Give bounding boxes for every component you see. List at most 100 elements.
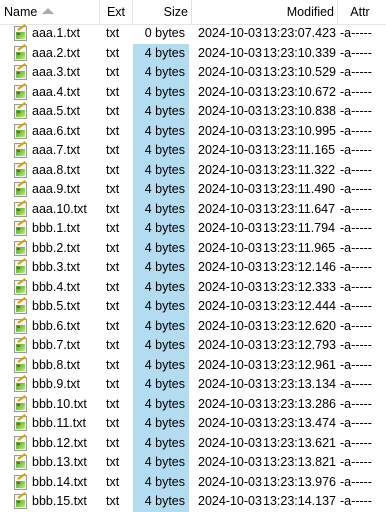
file-attr: -a-----: [340, 162, 372, 177]
file-modified-date: 2024-10-03: [198, 455, 262, 469]
file-name: bbb.2.txt: [32, 240, 80, 255]
file-row[interactable]: bbb.14.txt txt 4 bytes 2024-10-03 13:23:13.9…: [0, 472, 386, 492]
file-attr: -a-----: [340, 396, 372, 411]
file-row[interactable]: aaa.2.txt txt 4 bytes 2024-10-03 13:23:10.33…: [0, 43, 386, 63]
file-modified-time: 13:23:13.821: [263, 455, 336, 469]
file-attr: -a-----: [340, 338, 372, 352]
file-ext: txt: [106, 377, 120, 391]
file-modified-date: 2024-10-03: [198, 260, 262, 274]
file-modified-time: 13:23:12.444: [263, 299, 336, 313]
file-name: aaa.2.txt: [32, 45, 80, 60]
file-row[interactable]: bbb.13.txt txt 4 bytes 2024-10-03 13:23:13.8…: [0, 453, 386, 473]
file-modified-date: 2024-10-03: [198, 123, 262, 138]
file-ext: txt: [106, 143, 120, 157]
file-row[interactable]: aaa.7.txt txt 4 bytes 2024-10-03 13:23:11.16…: [0, 141, 386, 161]
file-row[interactable]: bbb.6.txt txt 4 bytes 2024-10-03 13:23:12.62…: [0, 316, 386, 337]
file-size: 4 bytes: [133, 297, 189, 317]
file-row[interactable]: bbb.4.txt txt 4 bytes 2024-10-03 13:23:12.33…: [0, 277, 386, 297]
file-ext: txt: [106, 201, 120, 216]
text-file-icon: [14, 180, 29, 200]
file-modified-time: 13:23:12.333: [263, 279, 336, 294]
file-ext: txt: [106, 84, 120, 99]
file-modified-time: 13:23:12.793: [263, 338, 336, 352]
file-modified-time: 13:23:13.134: [263, 377, 336, 391]
file-row[interactable]: bbb.10.txt txt 4 bytes 2024-10-03 13:23:13.2…: [0, 394, 386, 415]
file-size: 0 bytes: [144, 26, 185, 40]
file-row[interactable]: bbb.2.txt txt 4 bytes 2024-10-03 13:23:11.96…: [0, 238, 386, 258]
file-modified-date: 2024-10-03: [198, 299, 262, 313]
file-row[interactable]: aaa.1.txt txt 0 bytes 2024-10-03 13:23:07.42…: [0, 24, 386, 44]
file-row[interactable]: bbb.11.txt txt 4 bytes 2024-10-03 13:23:13.4…: [0, 414, 386, 434]
file-row[interactable]: aaa.9.txt txt 4 bytes 2024-10-03 13:23:11.49…: [0, 180, 386, 200]
file-name: bbb.15.txt: [32, 494, 87, 508]
file-size: 4 bytes: [133, 492, 189, 512]
file-modified-date: 2024-10-03: [198, 104, 262, 118]
file-modified-time: 13:23:10.672: [263, 84, 336, 99]
file-name: bbb.5.txt: [32, 299, 80, 313]
column-header-size[interactable]: Size: [132, 0, 188, 24]
file-modified-time: 13:23:10.339: [263, 45, 336, 60]
file-ext: txt: [106, 260, 120, 274]
file-attr: -a-----: [340, 357, 372, 372]
file-row[interactable]: bbb.8.txt txt 4 bytes 2024-10-03 13:23:12.96…: [0, 355, 386, 375]
file-attr: -a-----: [340, 221, 372, 235]
file-modified-date: 2024-10-03: [198, 494, 262, 508]
file-rows: aaa.1.txt txt 0 bytes 2024-10-03 13:23:07.42…: [0, 24, 386, 512]
file-modified-date: 2024-10-03: [198, 279, 262, 294]
file-name: bbb.9.txt: [32, 377, 80, 391]
file-attr: -a-----: [340, 416, 372, 430]
text-file-icon: [14, 394, 29, 415]
file-row[interactable]: bbb.5.txt txt 4 bytes 2024-10-03 13:23:12.44…: [0, 297, 386, 317]
text-file-icon: [14, 433, 29, 454]
file-size: 4 bytes: [133, 316, 189, 336]
file-ext: txt: [106, 123, 120, 138]
file-row[interactable]: bbb.1.txt txt 4 bytes 2024-10-03 13:23:11.79…: [0, 219, 386, 239]
file-modified-date: 2024-10-03: [198, 318, 262, 333]
column-header-attr[interactable]: Attr: [334, 0, 386, 24]
file-modified-time: 13:23:11.647: [263, 201, 336, 216]
file-size: 4 bytes: [133, 43, 189, 63]
text-file-icon: [14, 297, 29, 317]
file-row[interactable]: aaa.10.txt txt 4 bytes 2024-10-03 13:23:11.6…: [0, 199, 386, 219]
file-ext: txt: [106, 65, 120, 79]
file-attr: -a-----: [340, 377, 372, 391]
file-modified-time: 13:23:11.794: [263, 221, 336, 235]
file-row[interactable]: bbb.7.txt txt 4 bytes 2024-10-03 13:23:12.79…: [0, 336, 386, 356]
file-row[interactable]: bbb.12.txt txt 4 bytes 2024-10-03 13:23:13.6…: [0, 433, 386, 454]
file-row[interactable]: aaa.3.txt txt 4 bytes 2024-10-03 13:23:10.52…: [0, 63, 386, 83]
file-row[interactable]: aaa.6.txt txt 4 bytes 2024-10-03 13:23:10.99…: [0, 121, 386, 141]
file-row[interactable]: aaa.5.txt txt 4 bytes 2024-10-03 13:23:10.83…: [0, 102, 386, 122]
file-ext: txt: [106, 416, 120, 430]
file-attr: -a-----: [340, 45, 372, 60]
text-file-icon: [14, 316, 29, 337]
file-ext: txt: [106, 45, 120, 60]
text-file-icon: [14, 492, 29, 512]
file-size: 4 bytes: [133, 102, 189, 122]
file-row[interactable]: aaa.8.txt txt 4 bytes 2024-10-03 13:23:11.32…: [0, 160, 386, 180]
file-name: aaa.1.txt: [32, 26, 80, 40]
file-size: 4 bytes: [133, 141, 189, 161]
file-attr: -a-----: [340, 26, 372, 40]
file-ext: txt: [106, 474, 120, 489]
file-modified-date: 2024-10-03: [198, 474, 262, 489]
file-size: 4 bytes: [133, 277, 189, 297]
column-header-modified[interactable]: Modified: [188, 0, 334, 24]
file-modified-date: 2024-10-03: [198, 201, 262, 216]
file-modified-time: 13:23:14.137: [263, 494, 336, 508]
file-modified-time: 13:23:10.995: [263, 123, 336, 138]
file-name: aaa.10.txt: [32, 201, 87, 216]
file-row[interactable]: bbb.3.txt txt 4 bytes 2024-10-03 13:23:12.14…: [0, 258, 386, 278]
file-modified-time: 13:23:10.838: [263, 104, 336, 118]
file-attr: -a-----: [340, 104, 372, 118]
column-header-ext[interactable]: Ext: [100, 0, 132, 24]
file-row[interactable]: aaa.4.txt txt 4 bytes 2024-10-03 13:23:10.67…: [0, 82, 386, 102]
file-size: 4 bytes: [133, 121, 189, 141]
file-row[interactable]: bbb.15.txt txt 4 bytes 2024-10-03 13:23:14.1…: [0, 492, 386, 512]
file-attr: -a-----: [340, 318, 372, 333]
file-size: 4 bytes: [133, 355, 189, 375]
file-ext: txt: [106, 494, 120, 508]
file-row[interactable]: bbb.9.txt txt 4 bytes 2024-10-03 13:23:13.13…: [0, 375, 386, 395]
file-modified-time: 13:23:12.620: [263, 318, 336, 333]
file-modified-date: 2024-10-03: [198, 45, 262, 60]
file-modified-date: 2024-10-03: [198, 435, 262, 450]
